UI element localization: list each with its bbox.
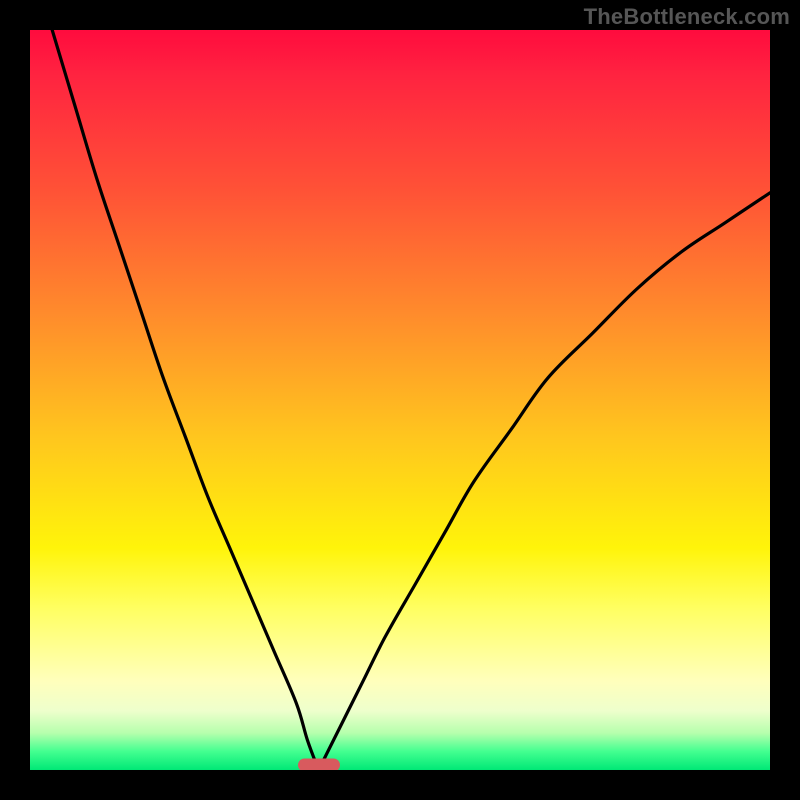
ideal-point-marker bbox=[298, 759, 340, 771]
left-curve bbox=[52, 30, 318, 770]
plot-area bbox=[30, 30, 770, 770]
curve-svg bbox=[30, 30, 770, 770]
right-curve bbox=[319, 193, 770, 770]
chart-frame: TheBottleneck.com bbox=[0, 0, 800, 800]
watermark-text: TheBottleneck.com bbox=[584, 4, 790, 30]
